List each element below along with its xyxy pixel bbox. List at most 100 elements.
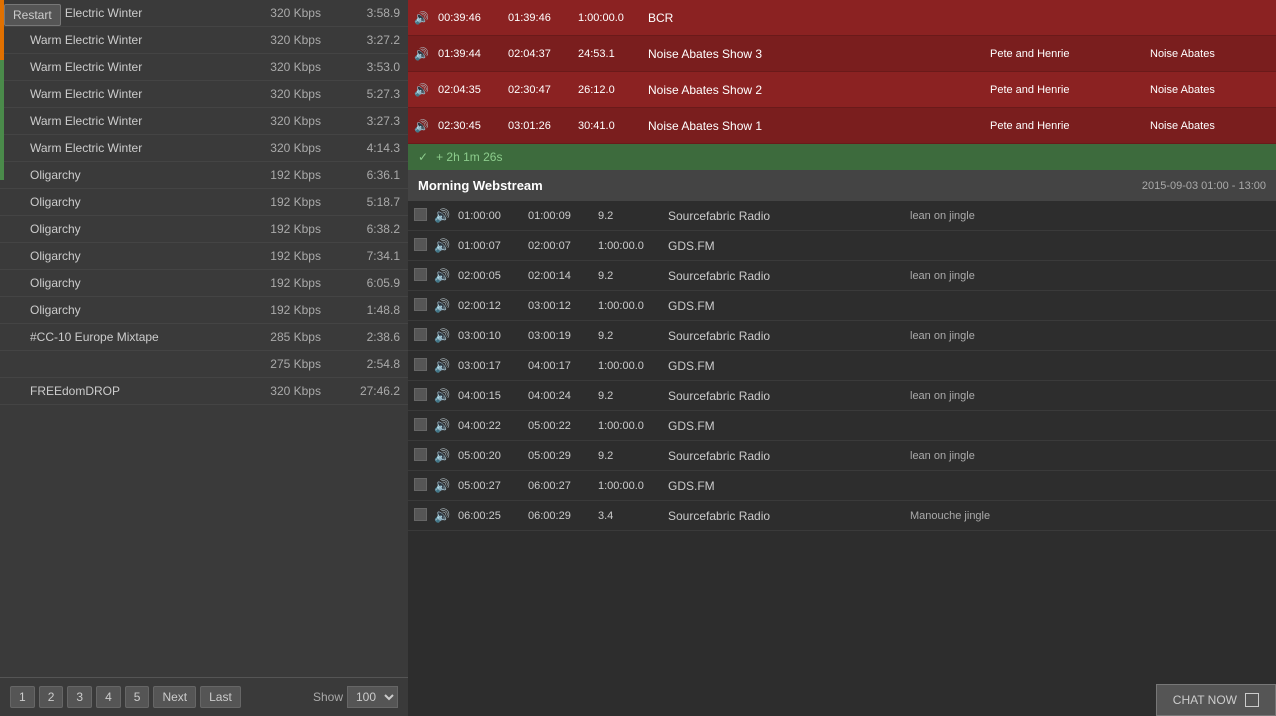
- row-checkbox[interactable]: [414, 358, 434, 374]
- row-checkbox[interactable]: [414, 478, 434, 494]
- list-item[interactable]: 🔊 02:00:05 02:00:14 9.2 Sourcefabric Rad…: [408, 261, 1276, 291]
- row-checkbox[interactable]: [414, 418, 434, 434]
- row-duration: 9.2: [598, 210, 668, 222]
- list-item[interactable]: 🔊 05:00:27 06:00:27 1:00:00.0 GDS.FM: [408, 471, 1276, 501]
- track-row[interactable]: 275 Kbps 2:54.8: [0, 351, 408, 378]
- list-item[interactable]: 🔊 01:00:07 02:00:07 1:00:00.0 GDS.FM: [408, 231, 1276, 261]
- track-row[interactable]: Oligarchy 192 Kbps 6:36.1: [0, 162, 408, 189]
- row-name: GDS.FM: [668, 359, 910, 373]
- track-name: Warm Electric Winter: [0, 54, 235, 81]
- row-end: 02:00:14: [528, 270, 598, 282]
- track-row[interactable]: #CC-10 Europe Mixtape 285 Kbps 2:38.6: [0, 324, 408, 351]
- show-category: Noise Abates: [1150, 84, 1270, 96]
- list-item[interactable]: 🔊 04:00:22 05:00:22 1:00:00.0 GDS.FM: [408, 411, 1276, 441]
- track-name: Oligarchy: [0, 162, 235, 189]
- track-row[interactable]: Warm Electric Winter 320 Kbps 3:27.2: [0, 27, 408, 54]
- show-row[interactable]: 🔊 01:39:44 02:04:37 24:53.1 Noise Abates…: [408, 36, 1276, 72]
- track-duration: 5:18.7: [329, 189, 408, 216]
- list-item[interactable]: 🔊 05:00:20 05:00:29 9.2 Sourcefabric Rad…: [408, 441, 1276, 471]
- speaker-icon: 🔊: [434, 508, 458, 524]
- speaker-icon: 🔊: [414, 47, 438, 61]
- row-checkbox[interactable]: [414, 388, 434, 404]
- restart-button[interactable]: Restart: [4, 4, 61, 26]
- row-end: 01:00:09: [528, 210, 598, 222]
- row-name: GDS.FM: [668, 239, 910, 253]
- track-bitrate: 320 Kbps: [235, 27, 329, 54]
- row-duration: 9.2: [598, 390, 668, 402]
- row-name: Sourcefabric Radio: [668, 209, 910, 223]
- show-row[interactable]: 🔊 00:39:46 01:39:46 1:00:00.0 BCR: [408, 0, 1276, 36]
- track-bitrate: 285 Kbps: [235, 324, 329, 351]
- row-checkbox[interactable]: [414, 238, 434, 254]
- speaker-icon: 🔊: [434, 268, 458, 284]
- track-name: [0, 351, 235, 378]
- row-creator: lean on jingle: [910, 450, 1130, 462]
- track-row[interactable]: Oligarchy 192 Kbps 1:48.8: [0, 297, 408, 324]
- page-4-button[interactable]: 4: [96, 686, 121, 708]
- row-start: 05:00:20: [458, 450, 528, 462]
- row-checkbox[interactable]: [414, 298, 434, 314]
- row-duration: 1:00:00.0: [598, 420, 668, 432]
- list-item[interactable]: 🔊 03:00:10 03:00:19 9.2 Sourcefabric Rad…: [408, 321, 1276, 351]
- chat-now-button[interactable]: CHAT NOW: [1156, 684, 1276, 716]
- last-button[interactable]: Last: [200, 686, 241, 708]
- track-row[interactable]: Oligarchy 192 Kbps 6:05.9: [0, 270, 408, 297]
- row-checkbox[interactable]: [414, 208, 434, 224]
- row-end: 05:00:29: [528, 450, 598, 462]
- list-item[interactable]: 🔊 06:00:25 06:00:29 3.4 Sourcefabric Rad…: [408, 501, 1276, 531]
- row-duration: 3.4: [598, 510, 668, 522]
- green-bar: [0, 60, 4, 180]
- track-bitrate: 192 Kbps: [235, 162, 329, 189]
- show-select[interactable]: 100 50 25: [347, 686, 398, 708]
- page-3-button[interactable]: 3: [67, 686, 92, 708]
- track-row[interactable]: FREEdomDROP 320 Kbps 27:46.2: [0, 378, 408, 405]
- show-start: 01:39:44: [438, 48, 508, 60]
- row-checkbox[interactable]: [414, 448, 434, 464]
- speaker-icon: 🔊: [434, 358, 458, 374]
- show-end: 01:39:46: [508, 12, 578, 24]
- track-row[interactable]: Warm Electric Winter 320 Kbps 3:58.9: [0, 0, 408, 27]
- page-2-button[interactable]: 2: [39, 686, 64, 708]
- row-end: 04:00:17: [528, 360, 598, 372]
- track-row[interactable]: Warm Electric Winter 320 Kbps 5:27.3: [0, 81, 408, 108]
- row-duration: 1:00:00.0: [598, 480, 668, 492]
- track-bitrate: 320 Kbps: [235, 378, 329, 405]
- track-row[interactable]: Oligarchy 192 Kbps 6:38.2: [0, 216, 408, 243]
- row-duration: 1:00:00.0: [598, 360, 668, 372]
- track-duration: 3:27.2: [329, 27, 408, 54]
- track-row[interactable]: Warm Electric Winter 320 Kbps 3:53.0: [0, 54, 408, 81]
- show-duration: 30:41.0: [578, 120, 648, 132]
- row-checkbox[interactable]: [414, 508, 434, 524]
- track-duration: 2:38.6: [329, 324, 408, 351]
- track-row[interactable]: Warm Electric Winter 320 Kbps 3:27.3: [0, 108, 408, 135]
- track-duration: 6:38.2: [329, 216, 408, 243]
- speaker-icon: 🔊: [434, 208, 458, 224]
- track-row[interactable]: Warm Electric Winter 320 Kbps 4:14.3: [0, 135, 408, 162]
- row-start: 05:00:27: [458, 480, 528, 492]
- row-checkbox[interactable]: [414, 328, 434, 344]
- track-name: Oligarchy: [0, 297, 235, 324]
- track-bitrate: 192 Kbps: [235, 189, 329, 216]
- show-category: Noise Abates: [1150, 48, 1270, 60]
- show-row[interactable]: 🔊 02:30:45 03:01:26 30:41.0 Noise Abates…: [408, 108, 1276, 144]
- next-button[interactable]: Next: [153, 686, 196, 708]
- row-creator: lean on jingle: [910, 390, 1130, 402]
- show-row[interactable]: 🔊 02:04:35 02:30:47 26:12.0 Noise Abates…: [408, 72, 1276, 108]
- chat-now-label: CHAT NOW: [1173, 693, 1237, 707]
- track-row[interactable]: Oligarchy 192 Kbps 7:34.1: [0, 243, 408, 270]
- list-item[interactable]: 🔊 04:00:15 04:00:24 9.2 Sourcefabric Rad…: [408, 381, 1276, 411]
- row-checkbox[interactable]: [414, 268, 434, 284]
- page-1-button[interactable]: 1: [10, 686, 35, 708]
- list-item[interactable]: 🔊 03:00:17 04:00:17 1:00:00.0 GDS.FM: [408, 351, 1276, 381]
- row-end: 04:00:24: [528, 390, 598, 402]
- pagination-bar: 1 2 3 4 5 Next Last Show 100 50 25: [0, 677, 408, 716]
- track-row[interactable]: Oligarchy 192 Kbps 5:18.7: [0, 189, 408, 216]
- page-5-button[interactable]: 5: [125, 686, 150, 708]
- row-creator: lean on jingle: [910, 330, 1130, 342]
- row-start: 03:00:10: [458, 330, 528, 342]
- speaker-icon: 🔊: [434, 418, 458, 434]
- speaker-icon: 🔊: [434, 328, 458, 344]
- list-item[interactable]: 🔊 01:00:00 01:00:09 9.2 Sourcefabric Rad…: [408, 201, 1276, 231]
- show-start: 02:04:35: [438, 84, 508, 96]
- list-item[interactable]: 🔊 02:00:12 03:00:12 1:00:00.0 GDS.FM: [408, 291, 1276, 321]
